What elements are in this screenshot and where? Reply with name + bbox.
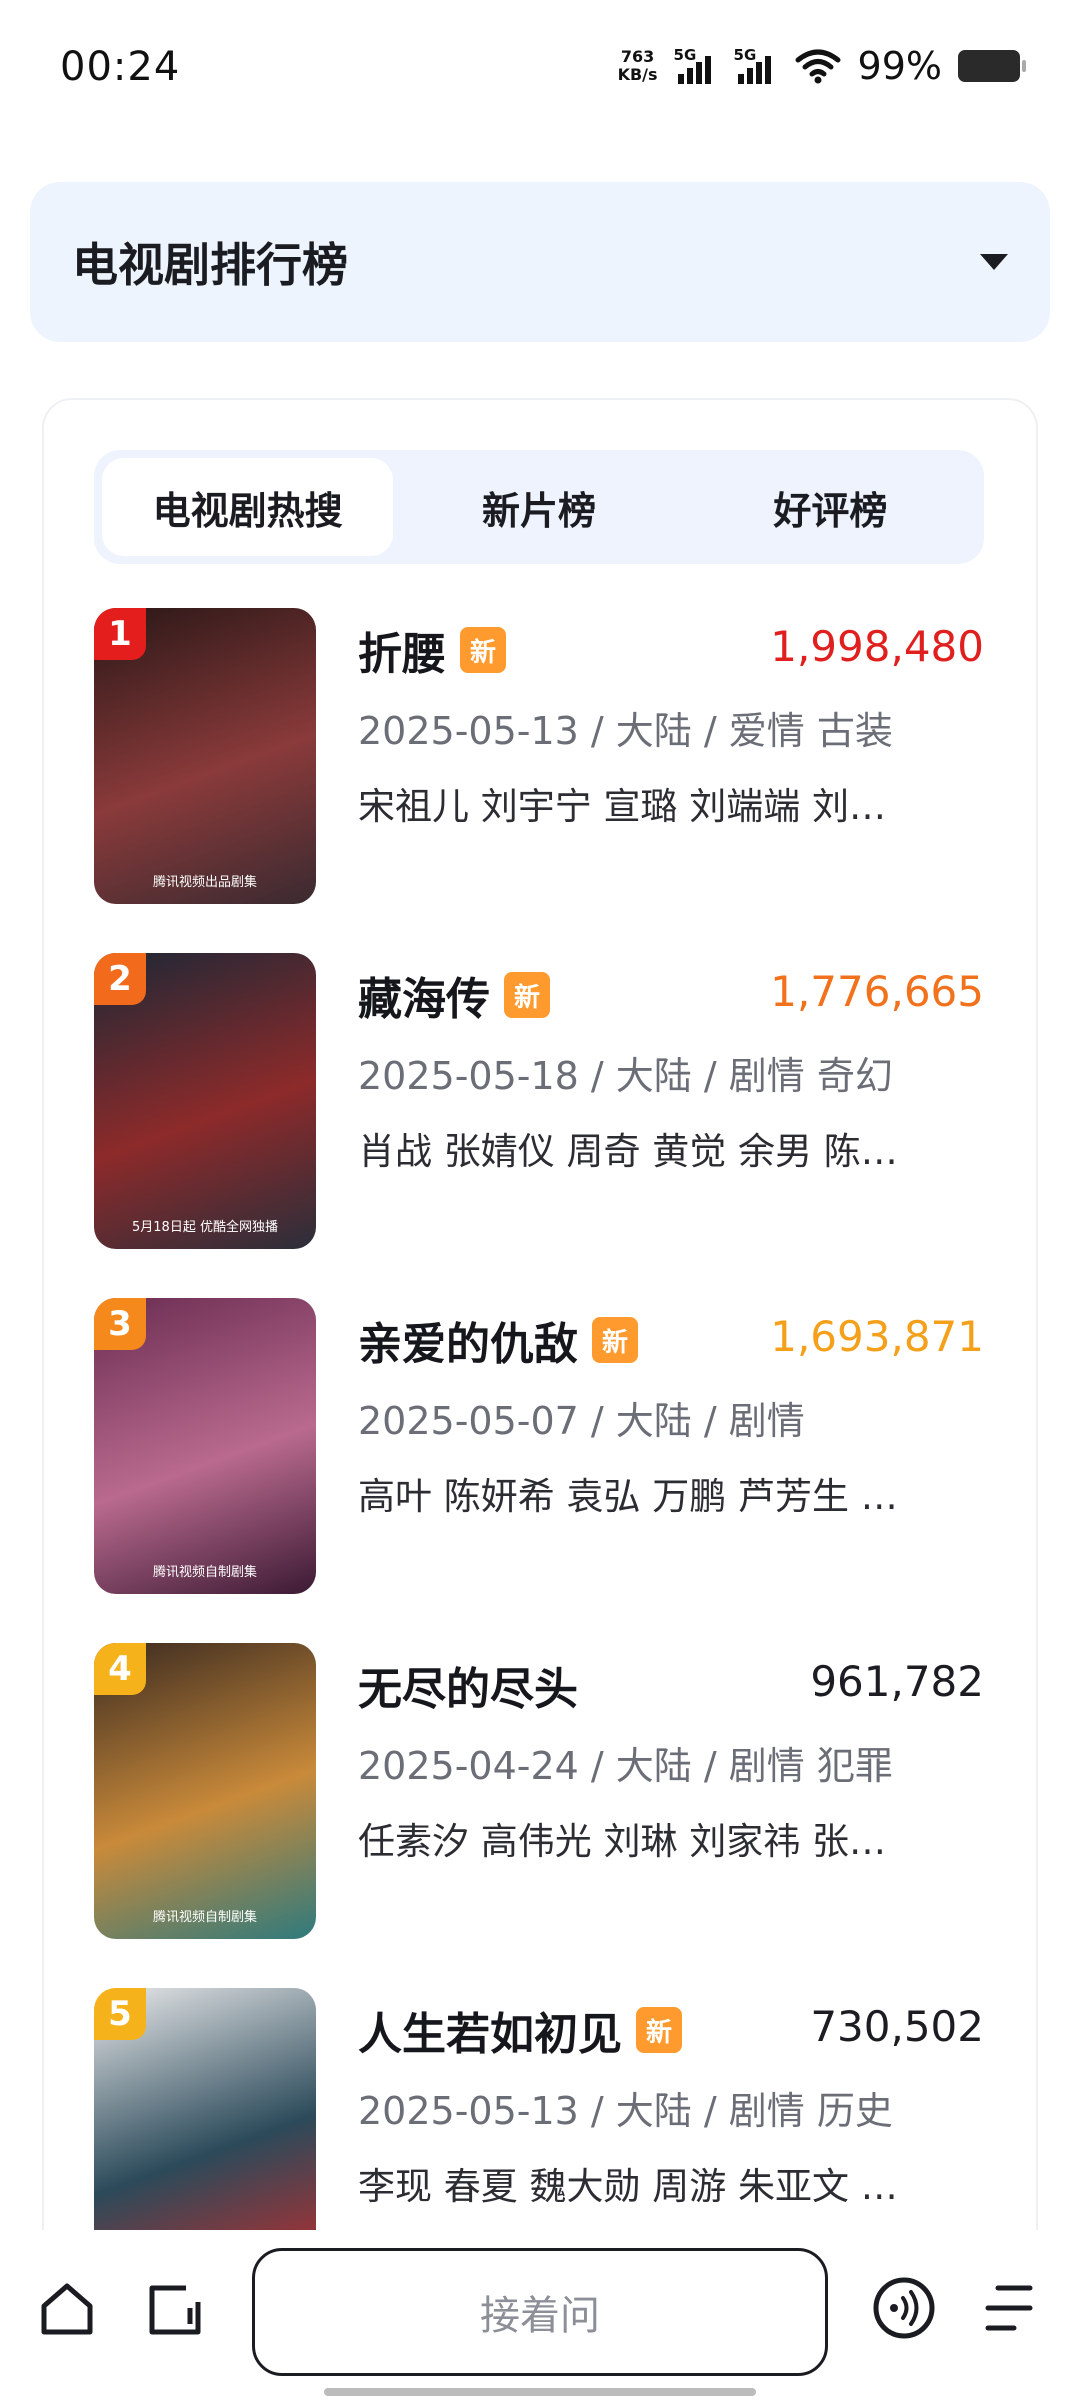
rank-badge: 1 [94, 608, 146, 660]
home-icon[interactable] [38, 2280, 96, 2338]
poster-image[interactable]: 腾讯视频自制剧集 4 [94, 1643, 316, 1939]
drama-meta: 2025-04-24 / 大陆 / 剧情 犯罪 [358, 1744, 893, 1788]
signal-icon: 5G [734, 46, 778, 86]
poster-caption: 腾讯视频自制剧集 [152, 1910, 257, 1925]
new-badge: 新 [504, 972, 550, 1018]
drama-cast: 宋祖儿 刘宇宁 宣璐 刘端端 刘… [358, 785, 887, 828]
rank-badge: 5 [94, 1988, 146, 2040]
ranking-list: 腾讯视频出品剧集 1 折腰 新 1,998,480 2025-05-13 / 大… [94, 608, 984, 2296]
hot-score: 1,998,480 [770, 622, 984, 671]
rank-badge: 3 [94, 1298, 146, 1350]
drama-title[interactable]: 人生若如初见 [358, 1998, 622, 2062]
tab-tv-hot-search[interactable]: 电视剧热搜 [102, 458, 394, 556]
list-item[interactable]: 5月18日起 优酷全网独播 2 藏海传 新 1,776,665 2025-05-… [94, 953, 984, 1298]
bottom-bar: 接着问 [0, 2230, 1080, 2400]
list-item[interactable]: 腾讯视频自制剧集 3 亲爱的仇敌 新 1,693,871 2025-05-07 … [94, 1298, 984, 1643]
ask-input[interactable]: 接着问 [252, 2248, 828, 2376]
network-speed-unit: KB/s [617, 65, 658, 84]
status-bar: 00:24 763 KB/s 5G 5G 99% [0, 0, 1080, 130]
drama-meta: 2025-05-07 / 大陆 / 剧情 [358, 1399, 805, 1443]
new-badge: 新 [636, 2007, 682, 2053]
list-item[interactable]: 腾讯视频出品剧集 1 折腰 新 1,998,480 2025-05-13 / 大… [94, 608, 984, 953]
drama-meta: 2025-05-13 / 大陆 / 剧情 历史 [358, 2089, 893, 2133]
ranking-tabs: 电视剧热搜 新片榜 好评榜 [94, 450, 984, 564]
voice-call-icon[interactable] [872, 2276, 936, 2340]
list-item[interactable]: 腾讯视频自制剧集 4 无尽的尽头 961,782 2025-04-24 / 大陆… [94, 1643, 984, 1988]
signal-label: 5G [733, 46, 757, 64]
drama-title[interactable]: 藏海传 [358, 963, 490, 1027]
ranking-dropdown[interactable]: 电视剧排行榜 [30, 182, 1050, 342]
hot-score: 1,776,665 [770, 967, 984, 1016]
poster-caption: 腾讯视频出品剧集 [152, 875, 257, 890]
drama-meta: 2025-05-13 / 大陆 / 爱情 古装 [358, 709, 893, 753]
hot-score: 730,502 [810, 2002, 984, 2051]
drama-cast: 肖战 张婧仪 周奇 黄觉 余男 陈… [358, 1130, 898, 1173]
drama-cast: 高叶 陈妍希 袁弘 万鹏 芦芳生 … [358, 1475, 898, 1518]
drama-cast: 李现 春夏 魏大勋 周游 朱亚文 … [358, 2165, 898, 2208]
hot-score: 1,693,871 [770, 1312, 984, 1361]
battery-percent: 99% [857, 44, 942, 88]
drama-cast: 任素汐 高伟光 刘琳 刘家祎 张… [358, 1820, 887, 1863]
poster-caption: 5月18日起 优酷全网独播 [132, 1220, 278, 1235]
dropdown-title: 电视剧排行榜 [72, 238, 348, 292]
caret-down-icon [980, 254, 1008, 270]
menu-icon[interactable] [980, 2282, 1036, 2334]
new-window-icon[interactable] [146, 2280, 204, 2338]
ranking-card: 电视剧热搜 新片榜 好评榜 腾讯视频出品剧集 1 折腰 新 1,998,480 … [42, 398, 1038, 2298]
rank-badge: 4 [94, 1643, 146, 1695]
poster-image[interactable]: 腾讯视频出品剧集 1 [94, 608, 316, 904]
rank-badge: 2 [94, 953, 146, 1005]
status-time: 00:24 [60, 44, 181, 90]
new-badge: 新 [592, 1317, 638, 1363]
home-indicator[interactable] [324, 2388, 756, 2396]
drama-title[interactable]: 无尽的尽头 [358, 1653, 578, 1717]
signal-icon: 5G [674, 46, 718, 86]
hot-score: 961,782 [810, 1657, 984, 1706]
battery-icon [958, 50, 1026, 82]
network-speed: 763 KB/s [618, 48, 658, 84]
signal-label: 5G [673, 46, 697, 64]
new-badge: 新 [460, 627, 506, 673]
drama-title[interactable]: 折腰 [358, 618, 446, 682]
drama-meta: 2025-05-18 / 大陆 / 剧情 奇幻 [358, 1054, 893, 1098]
poster-image[interactable]: 5月18日起 优酷全网独播 2 [94, 953, 316, 1249]
poster-caption: 腾讯视频自制剧集 [152, 1565, 257, 1580]
network-speed-value: 763 [620, 47, 655, 66]
poster-image[interactable]: 腾讯视频自制剧集 3 [94, 1298, 316, 1594]
drama-title[interactable]: 亲爱的仇敌 [358, 1308, 578, 1372]
tab-top-rated[interactable]: 好评榜 [685, 458, 976, 556]
tab-new-releases[interactable]: 新片榜 [393, 458, 684, 556]
status-icons: 763 KB/s 5G 5G 99% [618, 42, 1026, 90]
wifi-icon [795, 49, 841, 84]
